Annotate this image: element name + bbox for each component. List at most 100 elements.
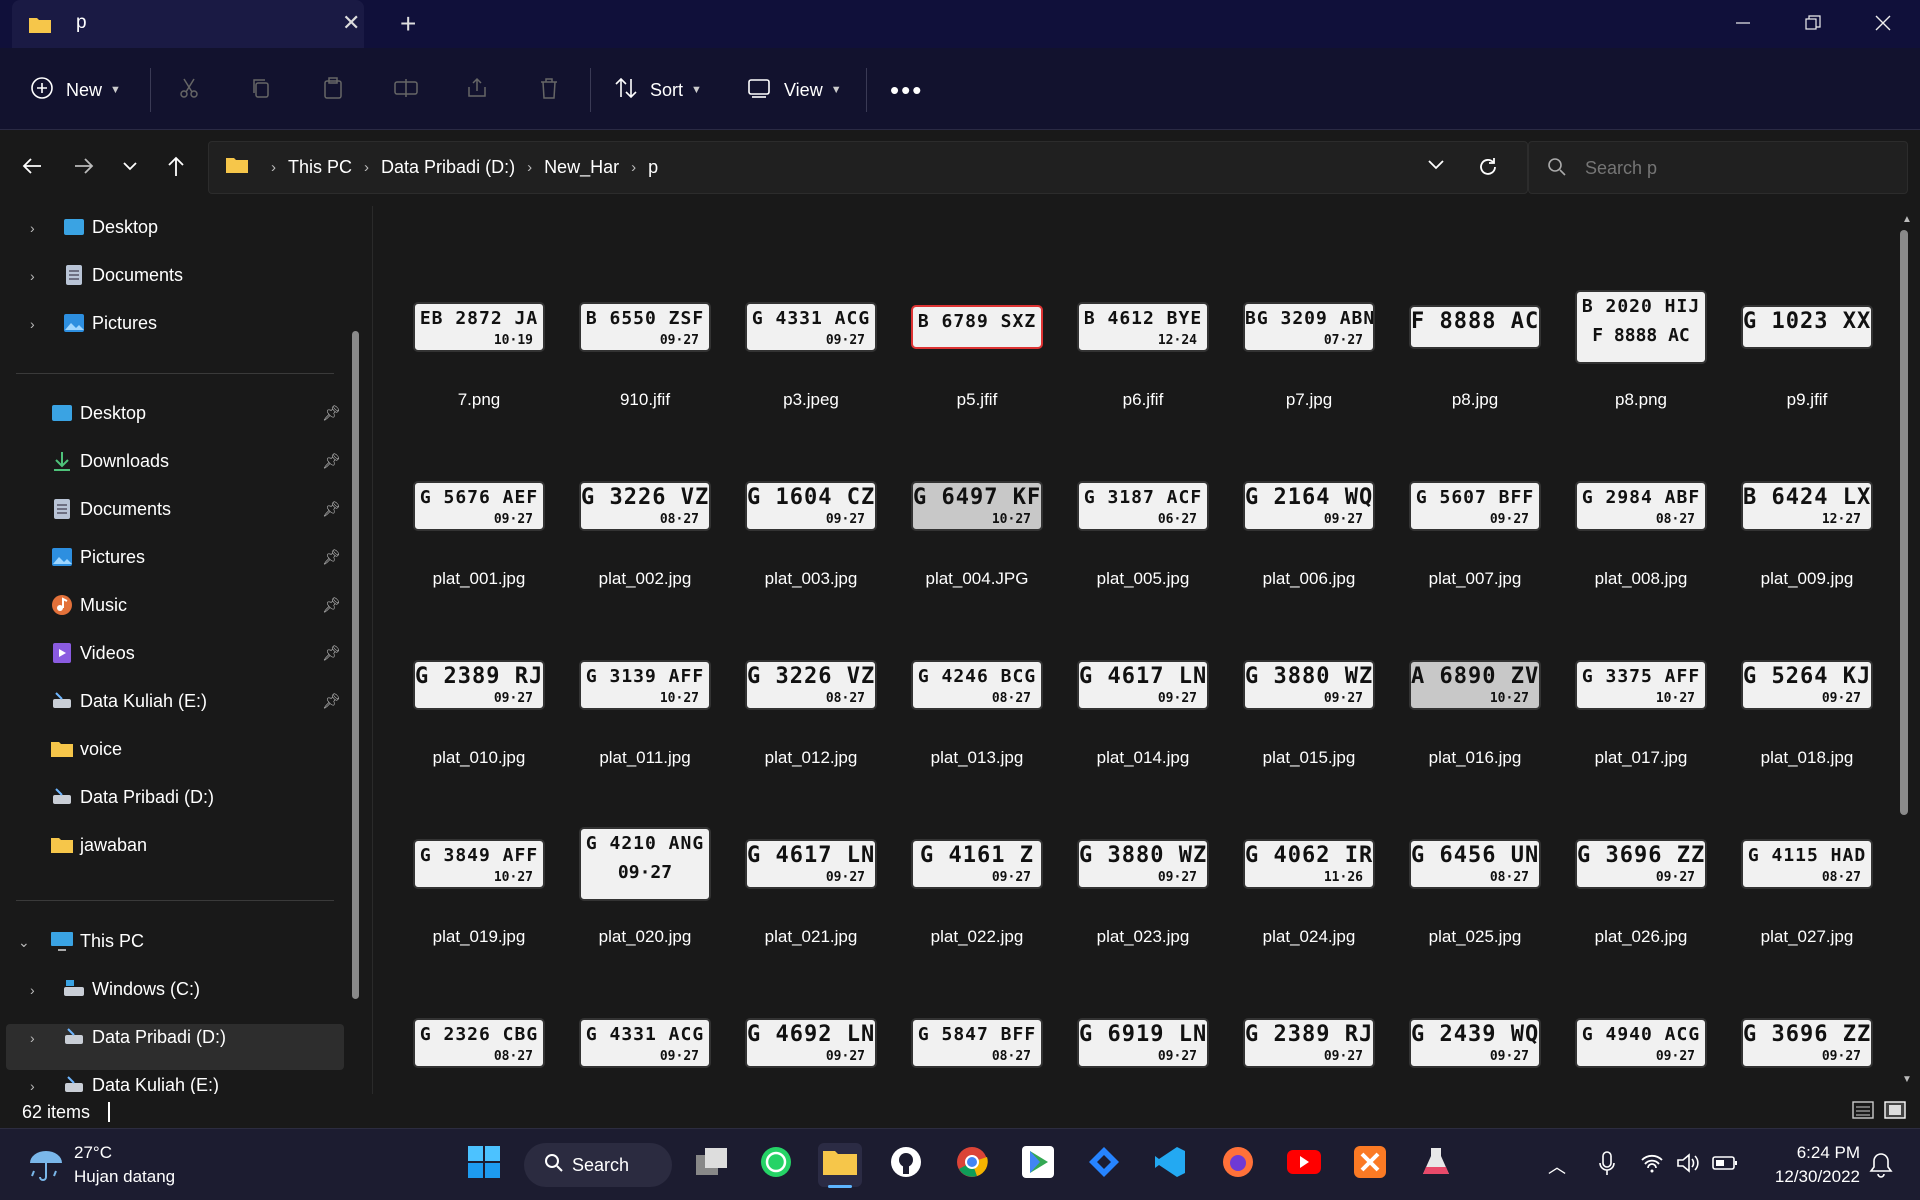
file-tile[interactable]: G 5264 KJ 09·27 plat_018.jpg xyxy=(1737,630,1877,780)
content-scrollbar[interactable] xyxy=(1900,230,1908,815)
search-input[interactable] xyxy=(1585,154,1885,182)
file-tile[interactable]: G 2389 RJ 09·27 plat_010.jpg xyxy=(409,630,549,780)
sidebar-item-windows-c[interactable]: Windows (C:) xyxy=(62,968,200,1010)
file-tile[interactable]: G 4062 IR 11·26 plat_024.jpg xyxy=(1239,809,1379,959)
forward-button[interactable] xyxy=(68,152,100,184)
close-tab-icon[interactable]: ✕ xyxy=(342,10,360,36)
file-tile[interactable]: F 8888 AC p8.jpg xyxy=(1405,272,1545,422)
clock-time[interactable]: 6:24 PM xyxy=(1760,1143,1860,1163)
sidebar-item-documents[interactable]: Documents xyxy=(50,488,171,530)
pin-icon[interactable]: 📌︎ xyxy=(322,644,341,662)
chevron-right-icon[interactable]: › xyxy=(30,982,35,998)
sidebar-item-videos[interactable]: Videos xyxy=(50,632,135,674)
file-tile[interactable]: G 2389 RJ09·27plat_033.jpg xyxy=(1239,988,1379,1094)
sidebar-item-voice[interactable]: voice xyxy=(50,728,122,770)
pin-icon[interactable]: 📌︎ xyxy=(322,404,341,422)
rename-button[interactable] xyxy=(394,75,418,105)
sidebar-item-data-kuliah-drive[interactable]: Data Kuliah (E:) xyxy=(62,1064,219,1094)
close-window-button[interactable] xyxy=(1860,6,1906,40)
file-tile[interactable]: G 6456 UN 08·27 plat_025.jpg xyxy=(1405,809,1545,959)
file-tile[interactable]: G 3696 ZZ 09·27 plat_026.jpg xyxy=(1571,809,1711,959)
file-tile[interactable]: G 2326 CBG08·27plat_028.jpg xyxy=(409,988,549,1094)
task-view-button[interactable] xyxy=(690,1143,734,1187)
taskbar-search[interactable]: Search xyxy=(524,1143,672,1187)
share-button[interactable] xyxy=(466,75,488,105)
sidebar-item-data-pribadi-drive[interactable]: Data Pribadi (D:) xyxy=(62,1016,226,1058)
address-bar[interactable]: › This PC › Data Pribadi (D:) › New_Har … xyxy=(208,141,1528,194)
pin-icon[interactable]: 📌︎ xyxy=(322,548,341,566)
sidebar-item-this-pc[interactable]: This PC xyxy=(50,920,144,962)
file-tile[interactable]: G 6919 LN09·27plat_032.jpg xyxy=(1073,988,1213,1094)
notification-bell-icon[interactable] xyxy=(1868,1151,1894,1184)
file-tile[interactable]: G 3187 ACF 06·27 plat_005.jpg xyxy=(1073,451,1213,601)
file-tile[interactable]: G 3849 AFF 10·27 plat_019.jpg xyxy=(409,809,549,959)
youtube-app[interactable] xyxy=(1282,1143,1326,1187)
chevron-down-icon[interactable]: ⌄ xyxy=(18,934,30,951)
chevron-right-icon[interactable]: › xyxy=(30,1030,35,1046)
tab-p[interactable]: p ✕ xyxy=(12,0,364,48)
scroll-down-arrow[interactable]: ▼ xyxy=(1902,1074,1912,1085)
sidebar-item-pictures[interactable]: Pictures xyxy=(50,536,145,578)
chevron-right-icon[interactable]: › xyxy=(30,1078,35,1094)
sidebar-item-desktop-top[interactable]: Desktop xyxy=(62,206,158,248)
file-tile[interactable]: G 3880 WZ 09·27 plat_023.jpg xyxy=(1073,809,1213,959)
sidebar-item-data-pribadi[interactable]: Data Pribadi (D:) xyxy=(50,776,214,818)
breadcrumb-p[interactable]: p xyxy=(648,157,658,178)
delete-button[interactable] xyxy=(538,75,560,105)
battery-icon[interactable] xyxy=(1712,1155,1738,1176)
breadcrumb-new-har[interactable]: New_Har xyxy=(544,157,619,178)
file-tile[interactable]: G 4331 ACG09·27plat_029.jpg xyxy=(575,988,715,1094)
file-tile[interactable]: G 6497 KF 10·27 plat_004.JPG xyxy=(907,451,1047,601)
new-button[interactable]: New ▼ xyxy=(30,75,121,105)
file-tile[interactable]: B 4612 BYE 12·24 p6.jfif xyxy=(1073,272,1213,422)
file-tile[interactable]: BG 3209 ABN 07·27 p7.jpg xyxy=(1239,272,1379,422)
file-tile[interactable]: G 3226 VZ 08·27 plat_012.jpg xyxy=(741,630,881,780)
file-tile[interactable]: A 6890 ZV 10·27 plat_016.jpg xyxy=(1405,630,1545,780)
github-app[interactable] xyxy=(884,1143,928,1187)
file-tile[interactable]: G 5676 AEF 09·27 plat_001.jpg xyxy=(409,451,549,601)
view-button[interactable]: View ▼ xyxy=(748,75,842,105)
whatsapp-app[interactable] xyxy=(754,1143,798,1187)
sidebar-scrollbar[interactable] xyxy=(352,331,359,999)
file-tile[interactable]: G 4617 LN 09·27 plat_014.jpg xyxy=(1073,630,1213,780)
pin-icon[interactable]: 📌︎ xyxy=(322,452,341,470)
chevron-right-icon[interactable]: › xyxy=(30,268,35,284)
wifi-icon[interactable] xyxy=(1640,1153,1664,1178)
back-button[interactable] xyxy=(16,152,48,184)
more-options-button[interactable]: ••• xyxy=(890,75,923,105)
sidebar-item-pictures-top[interactable]: Pictures xyxy=(62,302,157,344)
file-tile[interactable]: G 2164 WQ 09·27 plat_006.jpg xyxy=(1239,451,1379,601)
chevron-right-icon[interactable]: › xyxy=(30,316,35,332)
address-history-button[interactable] xyxy=(1427,158,1445,176)
sidebar-item-jawaban[interactable]: jawaban xyxy=(50,824,147,866)
file-tile[interactable]: G 4331 ACG 09·27 p3.jpeg xyxy=(741,272,881,422)
file-tile[interactable]: G 4115 HAD 08·27 plat_027.jpg xyxy=(1737,809,1877,959)
pin-icon[interactable]: 📌︎ xyxy=(322,692,341,710)
file-tile[interactable]: B 6550 ZSF 09·27 910.jfif xyxy=(575,272,715,422)
cut-button[interactable] xyxy=(178,75,200,105)
file-tile[interactable]: G 2439 WQ09·27plat_034.jpg xyxy=(1405,988,1545,1094)
file-tile[interactable]: G 4617 LN 09·27 plat_021.jpg xyxy=(741,809,881,959)
firefox-app[interactable] xyxy=(1216,1143,1260,1187)
file-tile[interactable]: G 3696 ZZ09·27plat_036.jpg xyxy=(1737,988,1877,1094)
file-tile[interactable]: G 3375 AFF 10·27 plat_017.jpg xyxy=(1571,630,1711,780)
file-tile[interactable]: G 1604 CZ 09·27 plat_003.jpg xyxy=(741,451,881,601)
file-tile[interactable]: G 3226 VZ 08·27 plat_002.jpg xyxy=(575,451,715,601)
chevron-up-icon[interactable]: ︿ xyxy=(1548,1153,1566,1179)
weather-description[interactable]: Hujan datang xyxy=(74,1167,175,1187)
recent-locations-button[interactable] xyxy=(114,152,146,184)
sidebar-item-data-kuliah[interactable]: Data Kuliah (E:) xyxy=(50,680,207,722)
refresh-icon[interactable] xyxy=(1477,156,1499,183)
minimize-button[interactable] xyxy=(1720,6,1766,40)
start-button[interactable] xyxy=(462,1143,506,1187)
file-tile[interactable]: G 4692 LN09·27plat_030.jpg xyxy=(741,988,881,1094)
file-tile[interactable]: G 3880 WZ 09·27 plat_015.jpg xyxy=(1239,630,1379,780)
file-tile[interactable]: G 3139 AFF 10·27 plat_011.jpg xyxy=(575,630,715,780)
details-view-icon[interactable] xyxy=(1852,1100,1874,1125)
microphone-icon[interactable] xyxy=(1598,1151,1616,1182)
file-tile[interactable]: G 4246 BCG 08·27 plat_013.jpg xyxy=(907,630,1047,780)
copy-button[interactable] xyxy=(250,75,272,105)
file-tile[interactable]: G 4161 Z 09·27 plat_022.jpg xyxy=(907,809,1047,959)
file-tile[interactable]: G 2984 ABF 08·27 plat_008.jpg xyxy=(1571,451,1711,601)
chrome-app[interactable] xyxy=(950,1143,994,1187)
